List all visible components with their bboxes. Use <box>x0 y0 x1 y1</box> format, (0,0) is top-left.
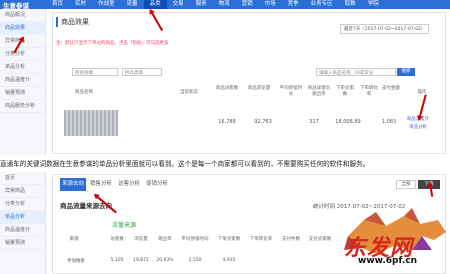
nav-item[interactable]: 取数 <box>339 0 362 9</box>
tab-source[interactable]: 来源去向 <box>60 178 86 191</box>
nav-item[interactable]: 业务专区 <box>305 0 339 9</box>
sidebar-item[interactable]: 首页 <box>0 172 45 185</box>
nav-item[interactable]: 竞争 <box>282 0 305 9</box>
nav-item[interactable]: 流量 <box>121 0 144 9</box>
nav-item[interactable]: 服务 <box>190 0 213 9</box>
table-cell: 18,006.89 <box>335 119 361 125</box>
sidebar-item[interactable]: 商品概况 <box>0 9 45 22</box>
nav-item[interactable]: 首页 <box>46 0 69 9</box>
column-header: 下单买家数 <box>336 86 354 97</box>
table-cell: 92,763 <box>254 119 272 125</box>
table-cell: 20.63% <box>156 258 174 263</box>
table-cell: 1,083 <box>381 119 397 125</box>
filter-all-button[interactable]: 全部 <box>396 180 416 189</box>
table-cell: 317 <box>309 119 319 125</box>
nav-item[interactable]: 学院 <box>362 0 385 9</box>
date-range-picker[interactable]: 最近7天（2017-07-02~2017-07-02） <box>340 24 430 34</box>
column-header: 来源 <box>69 237 79 242</box>
category-select[interactable]: 所有类目 <box>122 68 162 76</box>
watermark-url: www.6pf.cn <box>358 256 418 266</box>
single-product-analysis-link[interactable]: 单品分析 <box>404 124 432 130</box>
hint-text: 注：默认只显示下单过的商品，点击「指标」可勾选更多 <box>56 41 169 46</box>
sidebar-item[interactable]: 分类分析 <box>0 198 45 211</box>
channel-label: 流量来源 <box>112 222 137 229</box>
table-cell: 5,105 <box>110 258 124 263</box>
column-header: 平均停留时间 <box>181 237 209 242</box>
tab-promotion[interactable]: 促销分析 <box>144 178 170 191</box>
sidebar-item[interactable]: 销量预测 <box>0 237 45 250</box>
column-header: 支付金额 <box>382 86 400 91</box>
table-cell: 手淘搜索 <box>67 259 85 264</box>
column-header: 下单转化率 <box>249 237 273 242</box>
tab-sales[interactable]: 销售分析 <box>88 178 114 191</box>
nav-item[interactable]: 作战室 <box>92 0 121 9</box>
sidebar-item-active[interactable]: 商品效果 <box>0 22 45 35</box>
sidebar-item[interactable]: 单品分析 <box>0 61 45 74</box>
top-nav-bar: 生意参谋 首页 实时 作战室 流量 品类 交易 服务 物流 营销 市场 竞争 业… <box>0 0 450 10</box>
sidebar-item[interactable]: 销量预测 <box>0 87 45 100</box>
nav-item-active[interactable]: 品类 <box>143 0 167 9</box>
sidebar-item[interactable]: 商品服务分析 <box>0 100 45 113</box>
article-caption: 直通车的关键词数据在生意参谋的单品分析里面就可以看到。这个是每一个商家都可以看到… <box>0 160 370 168</box>
table-cell: 16,788 <box>218 119 236 125</box>
table-cell: 19,872 <box>133 258 149 263</box>
terminal-select[interactable]: 所有终端 <box>72 68 118 76</box>
column-header: 操作 <box>417 90 427 95</box>
table-cell: 2,550 <box>188 258 202 263</box>
nav-item[interactable]: 交易 <box>167 0 190 9</box>
column-header: 下单转化率 <box>360 86 378 97</box>
sidebar-item[interactable]: 分类分析 <box>0 48 45 61</box>
tab-visitor[interactable]: 访客分析 <box>116 178 142 191</box>
column-header: 商品名称 <box>75 90 93 95</box>
nav-item[interactable]: 营销 <box>236 0 259 9</box>
nav-item[interactable]: 实时 <box>69 0 92 9</box>
blurred-product-image <box>64 110 118 136</box>
column-header: 浏览量 <box>134 237 148 242</box>
column-header: 支付买家数 <box>308 237 332 242</box>
sidebar-bottom: 首页 异常商品 分类分析 单品分析 商品温度计 销量预测 <box>0 172 46 274</box>
page-title: 商品效果 <box>56 17 89 27</box>
nav-item[interactable]: 物流 <box>213 0 236 9</box>
column-header: 平均停留时长 <box>279 86 303 97</box>
column-header: 商品详情页跳出率 <box>307 86 331 97</box>
sidebar-item-active[interactable]: 单品分析 <box>0 211 45 224</box>
search-input[interactable]: 请输入商品名称、ID或货号 <box>316 68 396 76</box>
search-button[interactable]: 搜索 <box>397 68 415 76</box>
column-header: 当前状态 <box>180 90 198 95</box>
sidebar-top: 商品概况 商品效果 异常商品 分类分析 单品分析 商品温度计 销量预测 商品服务… <box>0 9 46 155</box>
sidebar-item[interactable]: 异常商品 <box>0 185 45 198</box>
nav-item[interactable]: 市场 <box>259 0 282 9</box>
column-header: 跳出率 <box>158 237 172 242</box>
table-cell: 4,935 <box>222 258 236 263</box>
sidebar-item[interactable]: 商品温度计 <box>0 74 45 87</box>
column-header: 商品访客数 <box>215 86 239 91</box>
column-header: 访客数 <box>110 237 124 242</box>
column-header: 下单买家数 <box>217 237 241 242</box>
sidebar-item[interactable]: 商品温度计 <box>0 224 45 237</box>
column-header: 商品浏览量 <box>247 86 271 91</box>
column-header: 支付件数 <box>282 237 300 242</box>
